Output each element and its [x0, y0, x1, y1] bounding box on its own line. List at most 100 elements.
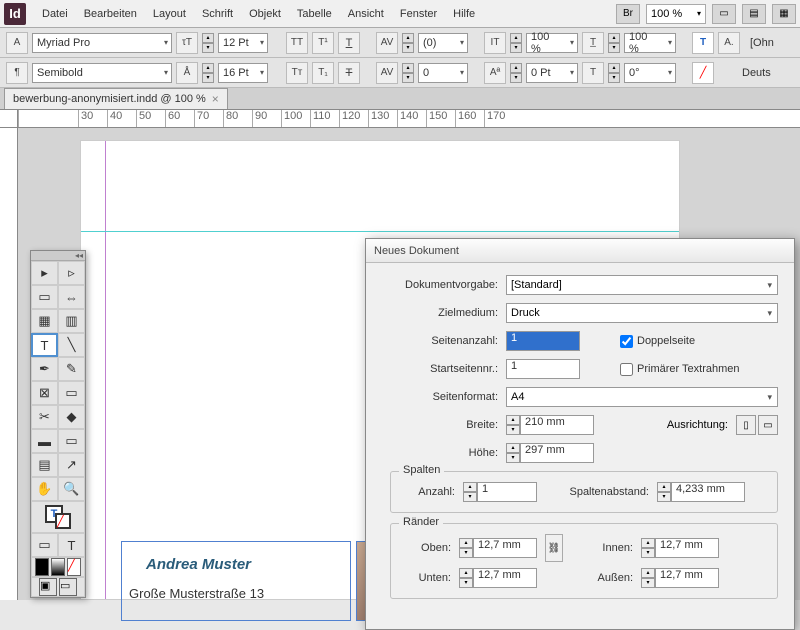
- link-margins-button[interactable]: ⛓: [545, 534, 563, 562]
- startpage-input[interactable]: 1: [506, 359, 580, 379]
- margin-outside-spinner[interactable]: ▴▾: [641, 568, 655, 588]
- menu-bearbeiten[interactable]: Bearbeiten: [76, 4, 145, 24]
- screen-mode-button[interactable]: ▤: [742, 4, 766, 24]
- vscale-spinner[interactable]: ▴▾: [510, 33, 522, 53]
- guide-horizontal[interactable]: [81, 231, 679, 232]
- kerning-spinner[interactable]: ▴▾: [402, 33, 414, 53]
- portrait-button[interactable]: ▯: [736, 415, 756, 435]
- menu-hilfe[interactable]: Hilfe: [445, 4, 483, 24]
- note-tool[interactable]: ▤: [31, 453, 58, 477]
- font-size-input[interactable]: 12 Pt: [218, 33, 268, 53]
- fill-stroke-swatch[interactable]: T ╱: [31, 501, 85, 533]
- width-spinner[interactable]: ▴▾: [506, 415, 520, 435]
- fill-color-icon[interactable]: T: [692, 32, 714, 54]
- char-style-icon[interactable]: A.: [718, 32, 740, 54]
- formatting-container-icon[interactable]: ▭: [31, 533, 58, 557]
- zoom-dropdown[interactable]: 100 %▾: [646, 4, 706, 24]
- leading-spinner[interactable]: ▴▾: [202, 63, 214, 83]
- selection-tool[interactable]: ▸: [31, 261, 58, 285]
- pen-tool[interactable]: ✒: [31, 357, 58, 381]
- tracking-input[interactable]: 0: [418, 63, 468, 83]
- name-text[interactable]: Andrea Muster: [146, 556, 251, 573]
- superscript-icon[interactable]: T¹: [312, 32, 334, 54]
- font-family-dropdown[interactable]: Myriad Pro: [32, 33, 172, 53]
- gap-tool[interactable]: ⇔: [58, 285, 85, 309]
- small-caps-icon[interactable]: Tт: [286, 62, 308, 84]
- eyedropper-tool[interactable]: ↗: [58, 453, 85, 477]
- underline-icon[interactable]: T: [338, 32, 360, 54]
- gradient-feather-tool[interactable]: ▭: [58, 429, 85, 453]
- gutter-input[interactable]: 4,233 mm: [671, 482, 745, 502]
- apply-none-icon[interactable]: ╱: [67, 558, 81, 576]
- font-size-spinner[interactable]: ▴▾: [202, 33, 214, 53]
- kerning-input[interactable]: (0): [418, 33, 468, 53]
- text-frame[interactable]: [121, 541, 351, 621]
- stroke-color-icon[interactable]: ╱: [692, 62, 714, 84]
- font-weight-dropdown[interactable]: Semibold: [32, 63, 172, 83]
- subscript-icon[interactable]: T₁: [312, 62, 334, 84]
- hscale-spinner[interactable]: ▴▾: [608, 33, 620, 53]
- rectangle-frame-tool[interactable]: ⊠: [31, 381, 58, 405]
- pagesize-dropdown[interactable]: A4: [506, 387, 778, 407]
- direct-selection-tool[interactable]: ▹: [58, 261, 85, 285]
- menu-fenster[interactable]: Fenster: [392, 4, 445, 24]
- height-input[interactable]: 297 mm: [520, 443, 594, 463]
- margin-top-input[interactable]: 12,7 mm: [473, 538, 537, 558]
- primary-frame-checkbox[interactable]: Primärer Textrahmen: [620, 363, 740, 376]
- view-mode-button[interactable]: ▭: [712, 4, 736, 24]
- preset-dropdown[interactable]: [Standard]: [506, 275, 778, 295]
- formatting-text-icon[interactable]: T: [58, 533, 85, 557]
- guide-vertical[interactable]: [105, 141, 106, 599]
- hand-tool[interactable]: ✋: [31, 477, 58, 501]
- facing-pages-checkbox[interactable]: Doppelseite: [620, 335, 695, 348]
- char-format-icon[interactable]: A: [6, 32, 28, 54]
- rectangle-tool[interactable]: ▭: [58, 381, 85, 405]
- type-tool[interactable]: T: [31, 333, 58, 357]
- menu-datei[interactable]: Datei: [34, 4, 76, 24]
- preview-view-icon[interactable]: ▭: [59, 578, 77, 596]
- page-tool[interactable]: ▭: [31, 285, 58, 309]
- bridge-button[interactable]: Br: [616, 4, 640, 24]
- content-collector-tool[interactable]: ▦: [31, 309, 58, 333]
- gutter-spinner[interactable]: ▴▾: [657, 482, 671, 502]
- baseline-input[interactable]: 0 Pt: [526, 63, 578, 83]
- apply-gradient-icon[interactable]: [51, 558, 65, 576]
- margin-top-spinner[interactable]: ▴▾: [459, 538, 473, 558]
- strikethrough-icon[interactable]: T: [338, 62, 360, 84]
- margin-bottom-spinner[interactable]: ▴▾: [459, 568, 473, 588]
- skew-input[interactable]: 0°: [624, 63, 676, 83]
- ruler-origin[interactable]: [0, 110, 18, 128]
- height-spinner[interactable]: ▴▾: [506, 443, 520, 463]
- margin-inside-input[interactable]: 12,7 mm: [655, 538, 719, 558]
- menu-objekt[interactable]: Objekt: [241, 4, 289, 24]
- horizontal-ruler[interactable]: 304050 607080 90100110 120130140 1501601…: [18, 110, 800, 128]
- pages-input[interactable]: 1: [506, 331, 580, 351]
- document-tab[interactable]: bewerbung-anonymisiert.indd @ 100 % ×: [4, 88, 228, 109]
- menu-schrift[interactable]: Schrift: [194, 4, 241, 24]
- intent-dropdown[interactable]: Druck: [506, 303, 778, 323]
- address-text[interactable]: Große Musterstraße 13: [129, 586, 264, 601]
- content-placer-tool[interactable]: ▥: [58, 309, 85, 333]
- vertical-ruler[interactable]: [0, 128, 18, 600]
- menu-tabelle[interactable]: Tabelle: [289, 4, 340, 24]
- baseline-spinner[interactable]: ▴▾: [510, 63, 522, 83]
- margin-bottom-input[interactable]: 12,7 mm: [473, 568, 537, 588]
- tab-close-icon[interactable]: ×: [212, 92, 219, 106]
- pencil-tool[interactable]: ✎: [58, 357, 85, 381]
- scissors-tool[interactable]: ✂: [31, 405, 58, 429]
- apply-color-icon[interactable]: [35, 558, 49, 576]
- gradient-swatch-tool[interactable]: ▬: [31, 429, 58, 453]
- skew-spinner[interactable]: ▴▾: [608, 63, 620, 83]
- normal-view-icon[interactable]: ▣: [39, 578, 57, 596]
- margin-outside-input[interactable]: 12,7 mm: [655, 568, 719, 588]
- menu-ansicht[interactable]: Ansicht: [340, 4, 392, 24]
- tracking-spinner[interactable]: ▴▾: [402, 63, 414, 83]
- dialog-title-bar[interactable]: Neues Dokument: [366, 239, 794, 263]
- hscale-input[interactable]: 100 %: [624, 33, 676, 53]
- view-mode-row[interactable]: ▣ ▭: [31, 577, 85, 597]
- menu-layout[interactable]: Layout: [145, 4, 194, 24]
- leading-input[interactable]: 16 Pt: [218, 63, 268, 83]
- zoom-tool[interactable]: 🔍: [58, 477, 85, 501]
- free-transform-tool[interactable]: ◆: [58, 405, 85, 429]
- panel-grip[interactable]: ◂◂: [31, 251, 85, 261]
